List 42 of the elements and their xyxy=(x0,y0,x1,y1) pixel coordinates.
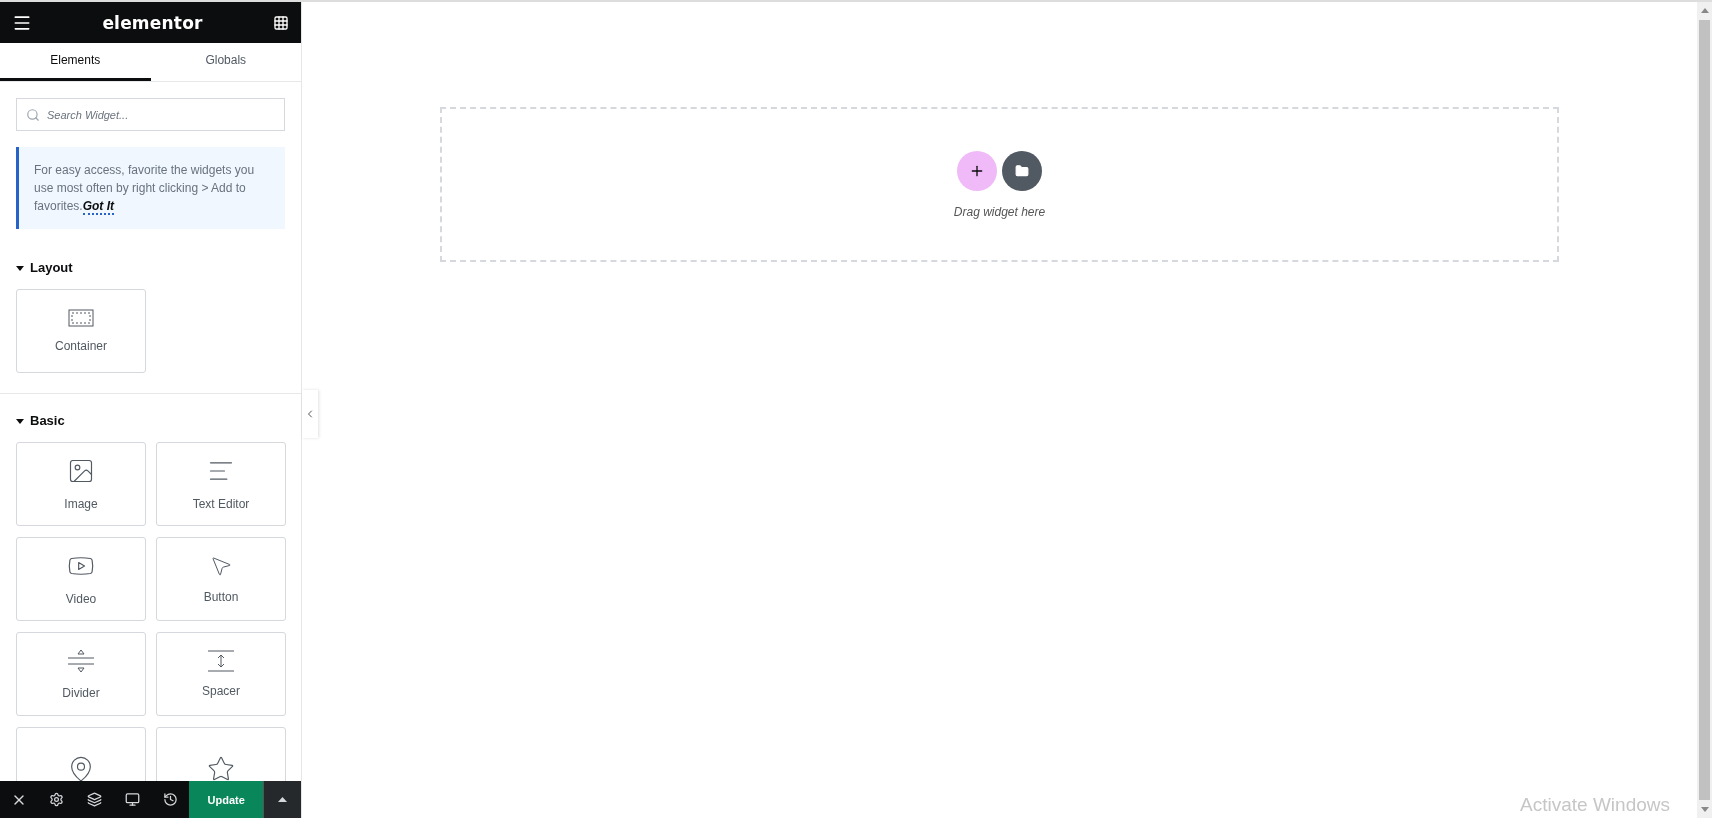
widget-card[interactable]: Spacer xyxy=(156,632,286,716)
widget-label: Container xyxy=(55,339,107,353)
activation-notice: Activate Windows xyxy=(1520,794,1670,816)
widget-label: Spacer xyxy=(202,684,240,698)
add-section-button[interactable] xyxy=(957,150,997,191)
widget-card[interactable]: Button xyxy=(156,537,286,621)
category-header[interactable]: Layout xyxy=(16,260,285,275)
panel-tab[interactable]: Globals xyxy=(150,43,301,81)
widget-label: Button xyxy=(203,590,239,604)
widget-label: Video xyxy=(65,592,97,606)
got-it-link[interactable]: Got It xyxy=(82,199,114,215)
star-icon xyxy=(207,755,235,781)
scrollbar[interactable] xyxy=(1697,2,1712,818)
favorites-notice: For easy access, favorite the widgets you use most often by right clicking > Add to favorites.Got It xyxy=(16,147,285,229)
folder-icon xyxy=(1015,163,1029,178)
template-library-button[interactable] xyxy=(1002,150,1042,191)
widget-label: Image xyxy=(64,497,98,511)
apps-grid-icon[interactable] xyxy=(273,14,289,31)
divider-icon xyxy=(67,648,95,674)
spacer-icon xyxy=(207,650,235,672)
widget-label: Divider xyxy=(62,686,100,700)
update-button[interactable]: Update xyxy=(189,781,264,818)
button-cursor-icon xyxy=(209,554,233,578)
panel-tab[interactable]: Elements xyxy=(0,43,151,81)
caret-icon xyxy=(16,416,24,425)
widget-card[interactable]: Divider xyxy=(16,632,146,716)
caret-icon xyxy=(16,263,24,272)
widget-card[interactable]: Video xyxy=(16,537,146,621)
widget-card[interactable]: Image xyxy=(16,442,146,526)
search-icon xyxy=(26,108,40,122)
drop-hint: Drag widget here xyxy=(953,204,1046,219)
scroll-up-icon[interactable] xyxy=(1700,7,1709,13)
scroll-down-icon[interactable] xyxy=(1700,807,1709,813)
container-icon xyxy=(68,309,94,327)
app-logo: elementor xyxy=(102,12,203,33)
search-field[interactable]: Search Widget... xyxy=(16,98,285,131)
widget-card[interactable]: Text Editor xyxy=(156,442,286,526)
image-icon xyxy=(67,457,95,485)
caret-up-icon xyxy=(278,797,288,802)
category-header[interactable]: Basic xyxy=(16,413,285,428)
widget-label: Text Editor xyxy=(192,497,250,511)
widget-card[interactable]: Container xyxy=(16,289,146,373)
